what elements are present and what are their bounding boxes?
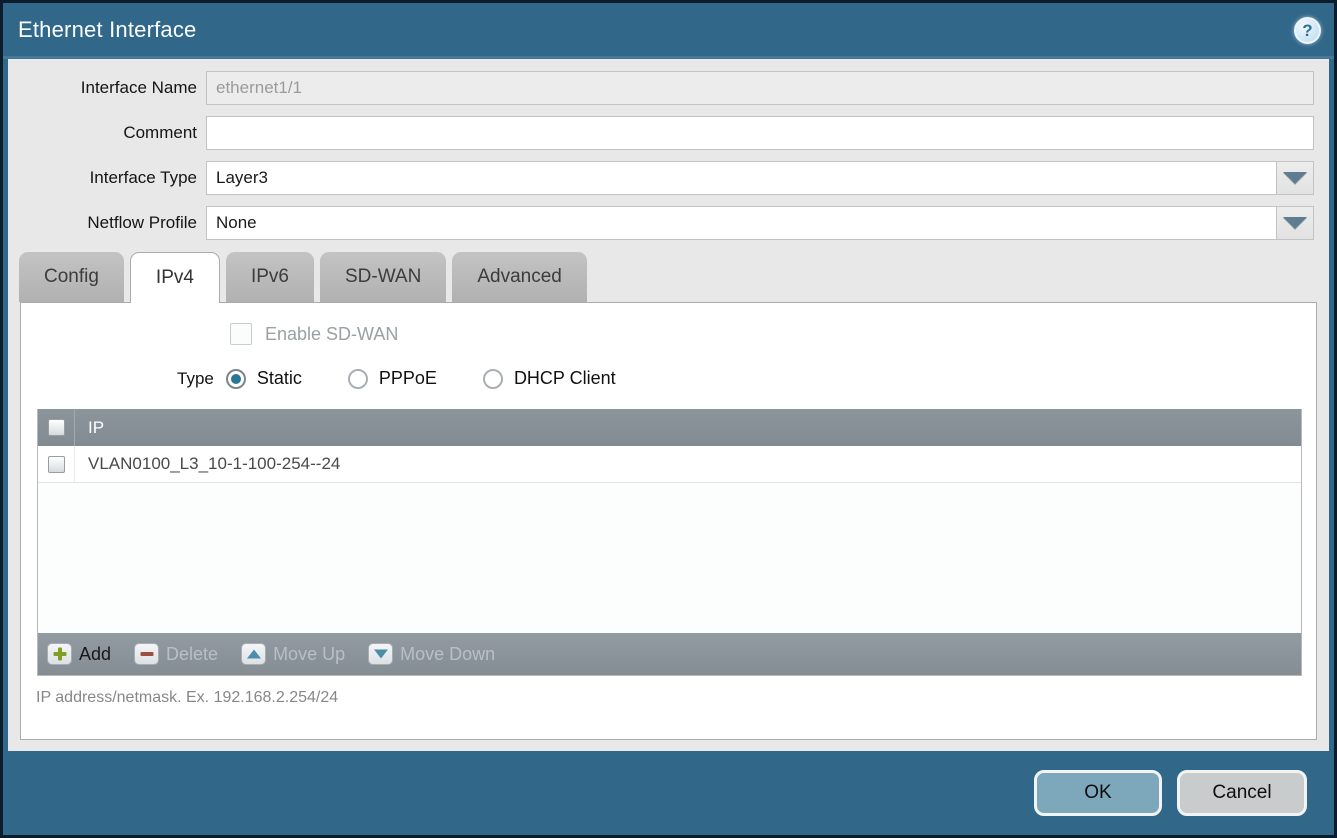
ip-column-header: IP [75,418,104,438]
ip-value: VLAN0100_L3_10-1-100-254--24 [75,454,340,474]
tab-bar: Config IPv4 IPv6 SD-WAN Advanced [8,252,1329,302]
chevron-down-icon [1283,172,1307,184]
arrow-up-icon [241,643,266,665]
netflow-profile-value: None [206,206,1277,240]
interface-type-dropdown[interactable]: Layer3 [206,161,1314,195]
chevron-down-icon [1283,217,1307,229]
tab-ipv6[interactable]: IPv6 [226,252,314,302]
interface-type-label: Interface Type [8,168,206,188]
netflow-profile-dropdown[interactable]: None [206,206,1314,240]
arrow-down-icon [368,643,393,665]
delete-button-label: Delete [166,644,218,665]
enable-sdwan-label: Enable SD-WAN [265,324,398,345]
interface-type-dropdown-trigger[interactable] [1277,161,1314,195]
ethernet-interface-dialog: Ethernet Interface ? Interface Name Comm… [0,0,1337,838]
radio-pppoe[interactable]: PPPoE [348,368,437,389]
interface-type-row: Interface Type Layer3 [8,161,1314,195]
ip-address-table: IP VLAN0100_L3_10-1-100-254--24 Add [37,409,1302,676]
move-down-button: Move Down [368,643,495,665]
plus-icon [47,643,72,665]
radio-dhcp-client[interactable]: DHCP Client [483,368,616,389]
add-button[interactable]: Add [47,643,111,665]
ok-button[interactable]: OK [1034,770,1162,816]
comment-field[interactable] [206,116,1314,150]
interface-name-field [206,71,1314,105]
dialog-footer: OK Cancel [3,751,1334,835]
dialog-title: Ethernet Interface [18,17,196,43]
type-label: Type [177,369,214,389]
comment-row: Comment [8,116,1314,150]
tab-sdwan[interactable]: SD-WAN [320,252,446,302]
ip-format-hint: IP address/netmask. Ex. 192.168.2.254/24 [36,689,1316,707]
dialog-titlebar: Ethernet Interface ? [3,3,1334,59]
move-down-button-label: Move Down [400,644,495,665]
move-up-button: Move Up [241,643,345,665]
tab-config[interactable]: Config [19,252,124,302]
ip-table-row[interactable]: VLAN0100_L3_10-1-100-254--24 [38,446,1301,483]
radio-pppoe-label: PPPoE [379,368,437,389]
table-toolbar: Add Delete Move Up Move Down [38,633,1301,675]
add-button-label: Add [79,644,111,665]
move-up-button-label: Move Up [273,644,345,665]
interface-name-label: Interface Name [8,78,206,98]
interface-type-value: Layer3 [206,161,1277,195]
row-checkbox[interactable] [48,456,65,473]
interface-name-row: Interface Name [8,71,1314,105]
minus-icon [134,643,159,665]
radio-button-icon[interactable] [226,369,246,389]
netflow-profile-label: Netflow Profile [8,213,206,233]
netflow-profile-row: Netflow Profile None [8,206,1314,240]
cancel-button[interactable]: Cancel [1177,770,1307,816]
select-all-checkbox[interactable] [48,419,65,436]
type-radio-row: Type Static PPPoE DHCP Client [177,368,1316,389]
radio-static[interactable]: Static [226,368,302,389]
enable-sdwan-row: Enable SD-WAN [230,323,1316,345]
delete-button: Delete [134,643,218,665]
radio-static-label: Static [257,368,302,389]
table-empty-area [38,483,1301,633]
select-all-cell [38,409,75,446]
ipv4-tab-panel: Enable SD-WAN Type Static PPPoE DHCP Cli… [20,302,1317,740]
tab-ipv4[interactable]: IPv4 [130,252,220,303]
tab-advanced[interactable]: Advanced [452,252,587,302]
ip-table-header: IP [38,409,1301,446]
radio-button-icon[interactable] [483,369,503,389]
radio-dhcp-client-label: DHCP Client [514,368,616,389]
enable-sdwan-checkbox [230,323,252,345]
help-icon[interactable]: ? [1294,17,1321,44]
netflow-profile-dropdown-trigger[interactable] [1277,206,1314,240]
radio-button-icon[interactable] [348,369,368,389]
dialog-body: Interface Name Comment Interface Type La… [8,59,1329,751]
comment-label: Comment [8,123,206,143]
row-checkbox-cell [38,446,75,482]
